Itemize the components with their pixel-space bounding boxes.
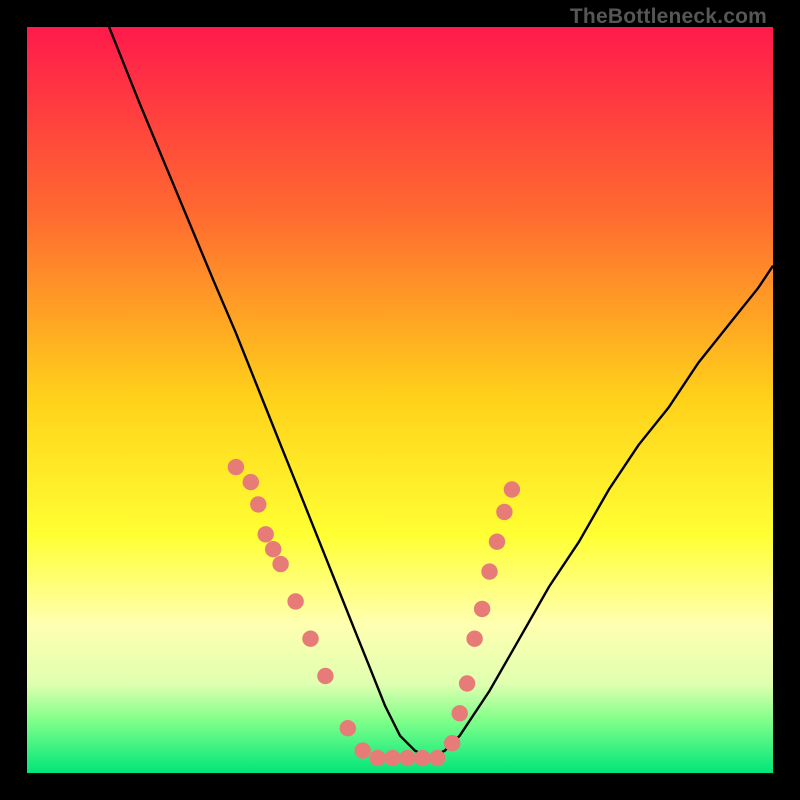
- data-point: [489, 534, 505, 550]
- data-point: [369, 750, 385, 766]
- data-point: [265, 541, 281, 557]
- data-point: [481, 563, 497, 579]
- data-point: [474, 601, 490, 617]
- chart-background: [27, 27, 773, 773]
- data-point: [459, 675, 475, 691]
- data-point: [340, 720, 356, 736]
- data-point: [272, 556, 288, 572]
- data-point: [243, 474, 259, 490]
- watermark-text: TheBottleneck.com: [570, 5, 767, 29]
- data-point: [287, 593, 303, 609]
- data-point: [355, 742, 371, 758]
- data-point: [384, 750, 400, 766]
- data-point: [228, 459, 244, 475]
- data-point: [504, 481, 520, 497]
- data-point: [250, 496, 266, 512]
- data-point: [302, 631, 318, 647]
- data-point: [258, 526, 274, 542]
- bottleneck-chart: [27, 27, 773, 773]
- data-point: [444, 735, 460, 751]
- data-point: [317, 668, 333, 684]
- data-point: [429, 750, 445, 766]
- chart-frame: [27, 27, 773, 773]
- data-point: [496, 504, 512, 520]
- data-point: [452, 705, 468, 721]
- data-point: [414, 750, 430, 766]
- data-point: [466, 631, 482, 647]
- data-point: [399, 750, 415, 766]
